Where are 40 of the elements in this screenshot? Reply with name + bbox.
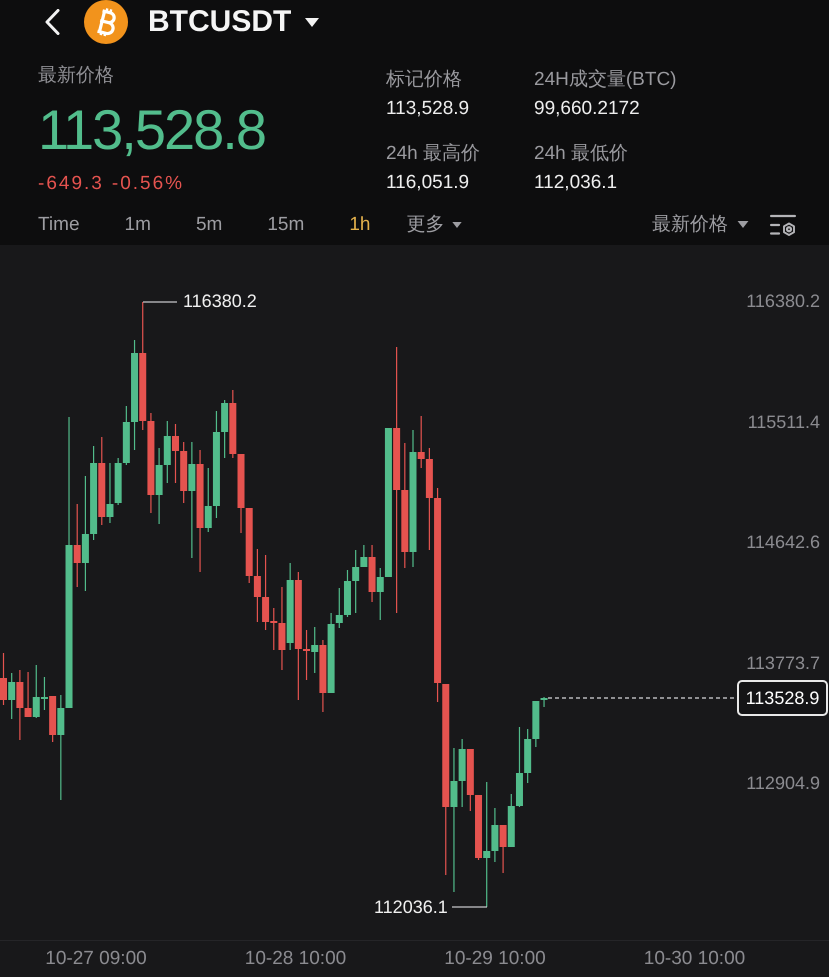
time-axis-label: 10-30 10:00 bbox=[644, 947, 746, 971]
price-axis-label: 116380.2 bbox=[746, 291, 820, 311]
stat-label: 24h 最低价 bbox=[534, 142, 628, 166]
stat-value: 116,051.9 bbox=[386, 171, 470, 195]
caret-icon bbox=[737, 221, 749, 228]
stat-value: 99,660.2172 bbox=[534, 97, 640, 121]
stat-value: 112,036.1 bbox=[534, 171, 618, 195]
last-price: 113,528.8 bbox=[38, 100, 265, 160]
time-axis-label: 10-29 10:00 bbox=[444, 947, 546, 971]
caret-icon bbox=[452, 222, 462, 228]
time-axis-label: 10-27 09:00 bbox=[45, 947, 147, 971]
high-leader-line bbox=[143, 301, 177, 303]
last-price-tag: 113528.9 bbox=[737, 680, 828, 716]
symbol-selector[interactable]: BTCUSDT bbox=[148, 4, 320, 40]
low-price-label: 112036.1 bbox=[374, 897, 448, 917]
coin-icon bbox=[84, 0, 128, 44]
price-label: 最新价格 bbox=[38, 64, 114, 88]
timeframe-tab[interactable]: 5m bbox=[196, 212, 222, 236]
more-dropdown[interactable]: 更多 bbox=[406, 212, 462, 236]
stat-value: 113,528.9 bbox=[386, 97, 470, 121]
timeframe-tab[interactable]: 1m bbox=[124, 212, 151, 236]
high-price-label: 116380.2 bbox=[183, 291, 257, 311]
price-axis-label: 113773.7 bbox=[746, 652, 820, 672]
timeframe-tab[interactable]: 1h bbox=[349, 212, 370, 236]
stat-label: 24h 最高价 bbox=[386, 142, 480, 166]
price-axis-label: 115511.4 bbox=[748, 412, 820, 432]
price-type-dropdown[interactable]: 最新价格 bbox=[652, 212, 749, 236]
low-leader-line bbox=[452, 906, 487, 908]
stat-label: 标记价格 bbox=[386, 68, 462, 92]
back-icon[interactable] bbox=[45, 9, 60, 35]
time-axis-label: 10-28 10:00 bbox=[244, 947, 346, 971]
chart-settings-icon[interactable] bbox=[770, 214, 796, 236]
timeframe-tab[interactable]: 15m bbox=[267, 212, 304, 236]
price-change: -649.3 bbox=[38, 172, 104, 196]
price-axis-label: 114642.6 bbox=[746, 532, 820, 552]
timeframe-tab[interactable]: Time bbox=[38, 212, 80, 236]
price-axis-label: 112904.9 bbox=[746, 773, 820, 793]
price-change-percent: -0.56% bbox=[112, 172, 184, 196]
caret-icon bbox=[305, 18, 320, 26]
stat-label: 24H成交量(BTC) bbox=[534, 68, 677, 92]
